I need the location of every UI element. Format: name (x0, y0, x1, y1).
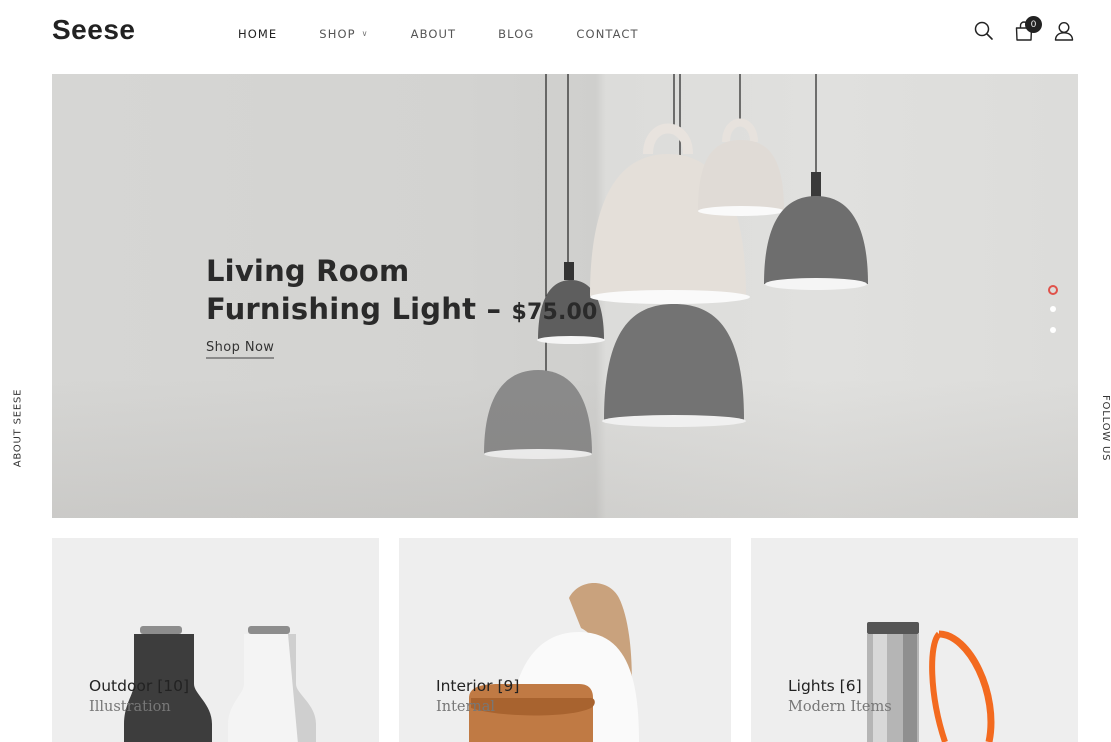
category-subtitle: Internal (436, 699, 496, 715)
follow-us-label: FOLLOW US (1100, 395, 1111, 462)
nav-home-label: HOME (238, 27, 278, 41)
hero-title-separator: – (486, 292, 502, 326)
hero-title: Living Room Furnishing Light – $75.00 (206, 252, 598, 332)
hero-title-line2: Furnishing Light (206, 292, 477, 326)
slider-dot-2[interactable] (1050, 306, 1056, 312)
account-button[interactable] (1053, 20, 1079, 46)
nav-about-label: ABOUT (410, 27, 457, 41)
user-icon (1054, 21, 1074, 41)
about-seese-label: ABOUT SEESE (12, 388, 24, 468)
nav-home[interactable]: HOME (238, 27, 277, 41)
shop-now-link[interactable]: Shop Now (206, 340, 275, 359)
category-card-outdoor[interactable]: Outdoor [10] Illustration (52, 538, 379, 742)
nav-shop[interactable]: SHOP ∨ (319, 27, 368, 41)
chevron-down-icon: ∨ (361, 28, 369, 38)
nav-about[interactable]: ABOUT (411, 27, 457, 41)
nav-blog[interactable]: BLOG (498, 27, 534, 41)
site-header: Seese HOME SHOP ∨ ABOUT BLOG CONTACT 0 (0, 0, 1111, 70)
main-nav: HOME SHOP ∨ ABOUT BLOG CONTACT (238, 27, 639, 41)
nav-shop-label: SHOP (319, 27, 356, 41)
search-icon (974, 21, 993, 40)
hero-slider: Living Room Furnishing Light – $75.00 Sh… (52, 74, 1078, 518)
logo[interactable]: Seese (52, 14, 135, 46)
about-seese-side-link[interactable]: ABOUT SEESE (13, 389, 24, 467)
category-subtitle: Modern Items (788, 699, 892, 715)
cart-button[interactable]: 0 (1013, 16, 1042, 46)
slider-dot-3[interactable] (1050, 327, 1056, 333)
nav-contact[interactable]: CONTACT (576, 27, 638, 41)
category-card-lights[interactable]: Lights [6] Modern Items (751, 538, 1078, 742)
cart-count-badge: 0 (1025, 16, 1042, 33)
category-title: Outdoor [10] (89, 677, 190, 695)
category-subtitle: Illustration (89, 699, 171, 715)
hero-title-line1: Living Room (206, 254, 410, 288)
category-title: Interior [9] (436, 677, 520, 695)
nav-blog-label: BLOG (498, 27, 535, 41)
slider-pagination (1047, 285, 1059, 348)
header-actions: 0 (973, 16, 1079, 46)
category-title: Lights [6] (788, 677, 862, 695)
follow-us-side-link[interactable]: FOLLOW US (1100, 395, 1111, 461)
slider-dot-1[interactable] (1048, 285, 1058, 295)
nav-contact-label: CONTACT (576, 27, 639, 41)
hero-price: $75.00 (511, 300, 598, 325)
category-card-interior[interactable]: Interior [9] Internal (399, 538, 731, 742)
search-button[interactable] (973, 20, 999, 46)
hero-shadow (52, 378, 1078, 518)
